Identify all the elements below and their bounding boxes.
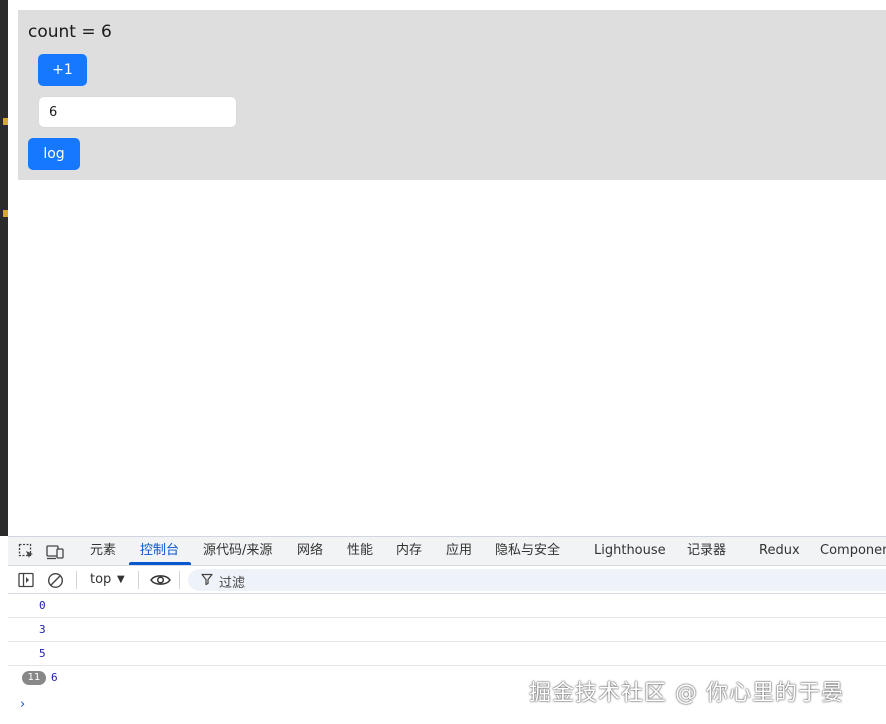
- toolbar-divider: [179, 571, 180, 589]
- console-message: 5: [8, 642, 886, 666]
- log-value: 6: [51, 671, 58, 684]
- demo-app-panel: count = 6 +1 log: [18, 10, 886, 180]
- tab-application[interactable]: 应用: [446, 537, 472, 566]
- console-toolbar: top ▼ 过滤: [8, 566, 886, 594]
- dropdown-arrow-icon[interactable]: ▼: [117, 574, 125, 585]
- live-expression-eye-icon[interactable]: [149, 571, 171, 589]
- device-toolbar-icon[interactable]: [46, 542, 64, 560]
- watermark: 掘金技术社区 @ 你心里的于晏: [529, 681, 844, 706]
- filter-field[interactable]: 过滤: [188, 569, 886, 591]
- tab-recorder[interactable]: 记录器: [687, 537, 726, 566]
- tab-redux[interactable]: Redux: [759, 537, 800, 566]
- tab-privacy-security[interactable]: 隐私与安全: [495, 537, 560, 566]
- gutter-marker: [3, 210, 8, 217]
- filter-placeholder: 过滤: [219, 576, 246, 591]
- tab-components[interactable]: Componen: [820, 537, 886, 566]
- tab-sources[interactable]: 源代码/来源: [203, 537, 272, 566]
- tab-network[interactable]: 网络: [297, 537, 323, 566]
- editor-gutter: [0, 0, 8, 536]
- filter-icon: [201, 573, 213, 586]
- tab-memory[interactable]: 内存: [396, 537, 422, 566]
- active-tab-indicator: [129, 562, 191, 565]
- count-input[interactable]: [38, 96, 237, 128]
- gutter-marker: [3, 118, 8, 125]
- log-value: 5: [39, 647, 46, 660]
- sidebar-toggle-icon[interactable]: [17, 571, 35, 589]
- log-value: 3: [39, 623, 46, 636]
- inspect-element-icon[interactable]: [17, 542, 35, 560]
- tab-elements[interactable]: 元素: [90, 537, 116, 566]
- log-button[interactable]: log: [28, 138, 80, 170]
- screen: count = 6 +1 log 元素 控制台 源代码/来源 网络 性能 内存 …: [0, 0, 886, 724]
- console-message: 0: [8, 594, 886, 618]
- tab-performance[interactable]: 性能: [347, 537, 373, 566]
- repeat-count-badge: 11: [22, 671, 46, 685]
- clear-console-icon[interactable]: [46, 571, 64, 589]
- count-label: count = 6: [28, 22, 112, 42]
- console-prompt[interactable]: ›: [20, 697, 25, 712]
- toolbar-divider: [76, 571, 77, 589]
- increment-button[interactable]: +1: [38, 54, 87, 86]
- log-value: 0: [39, 599, 46, 612]
- toolbar-divider: [138, 571, 139, 589]
- devtools-tabbar: 元素 控制台 源代码/来源 网络 性能 内存 应用 隐私与安全 Lighthou…: [8, 537, 886, 566]
- context-selector[interactable]: top: [90, 572, 111, 587]
- console-message: 3: [8, 618, 886, 642]
- tab-lighthouse[interactable]: Lighthouse: [594, 537, 666, 566]
